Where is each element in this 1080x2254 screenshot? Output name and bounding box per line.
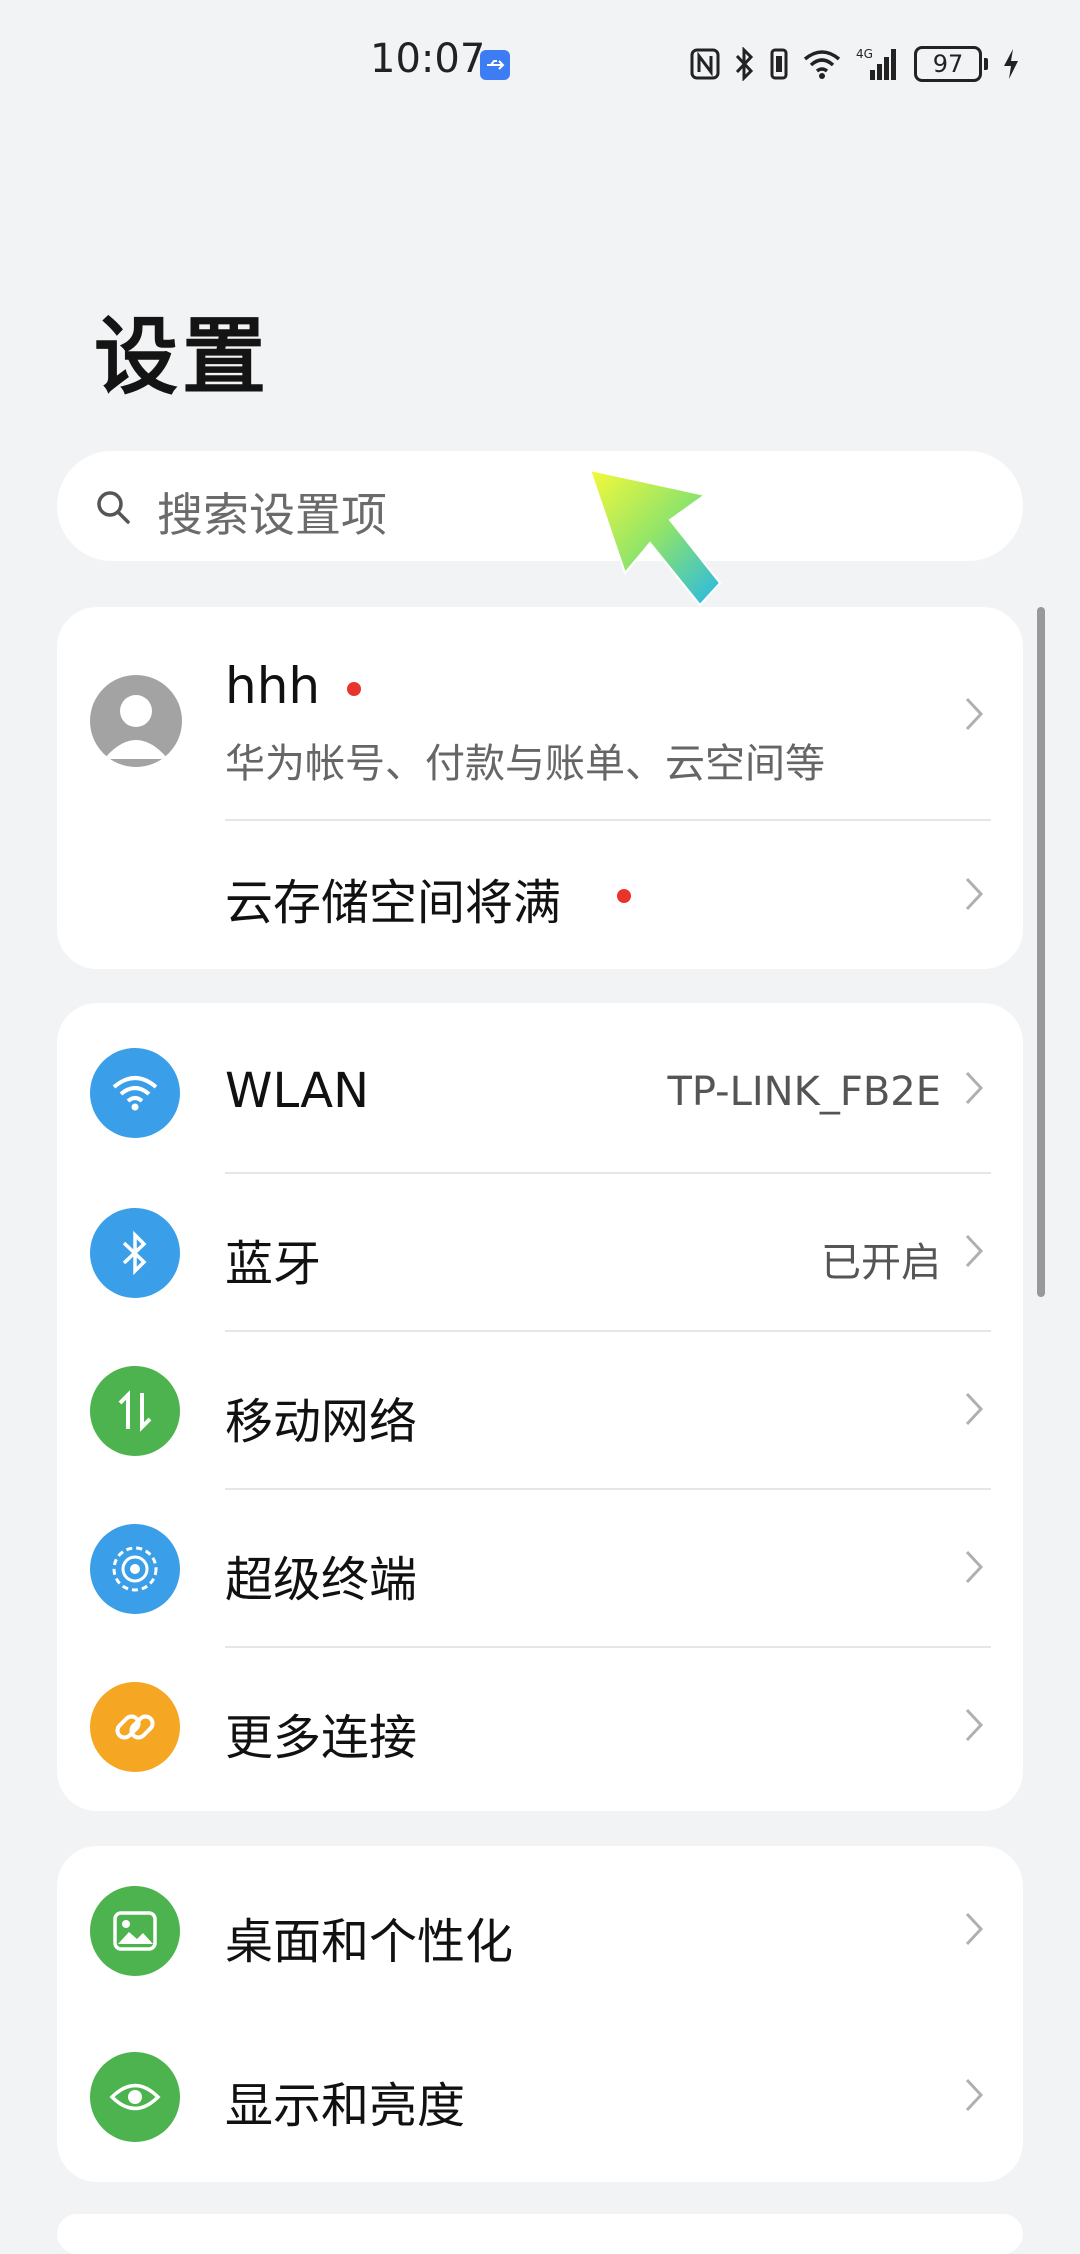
account-subtitle: 华为帐号、付款与账单、云空间等 (225, 741, 825, 787)
mobile-network-label: 移动网络 (225, 1394, 418, 1450)
account-card: hhh 华为帐号、付款与账单、云空间等 云存储空间将满 (57, 607, 1023, 969)
display-brightness-label: 显示和亮度 (225, 2078, 466, 2134)
chevron-right-icon (963, 695, 985, 737)
chevron-right-icon (963, 1910, 985, 1952)
super-device-label: 超级终端 (225, 1552, 418, 1608)
account-row[interactable]: hhh 华为帐号、付款与账单、云空间等 (57, 607, 1023, 821)
settings-item-wlan[interactable]: WLAN TP-LINK_FB2E (57, 1003, 1023, 1174)
chevron-right-icon (963, 2076, 985, 2118)
vibrate-icon (770, 48, 788, 80)
settings-item-more-connections[interactable]: 更多连接 (57, 1648, 1023, 1811)
display-card: 桌面和个性化 显示和亮度 (57, 1846, 1023, 2182)
link-icon (90, 1682, 180, 1772)
settings-item-display-brightness[interactable]: 显示和亮度 (57, 2014, 1023, 2182)
home-personalization-label: 桌面和个性化 (225, 1914, 514, 1970)
chevron-right-icon (963, 875, 985, 917)
bluetooth-value: 已开启 (821, 1240, 941, 1286)
storage-notice-label: 云存储空间将满 (225, 875, 562, 931)
battery-indicator: 97 (914, 46, 988, 82)
search-input[interactable]: 搜索设置项 (57, 451, 1023, 561)
chevron-right-icon (963, 1706, 985, 1748)
chevron-right-icon (963, 1069, 985, 1111)
chevron-right-icon (963, 1548, 985, 1590)
settings-item-mobile-network[interactable]: 移动网络 (57, 1332, 1023, 1490)
eye-icon (90, 2052, 180, 2142)
search-icon (95, 489, 133, 531)
bluetooth-icon (734, 47, 756, 81)
charging-icon (1002, 48, 1020, 80)
mobile-data-icon (90, 1366, 180, 1456)
status-bar: 10:07 4G 97 (0, 0, 1080, 120)
cursor-arrow-icon (585, 465, 725, 619)
search-placeholder: 搜索设置项 (157, 488, 387, 542)
account-notification-dot (347, 682, 361, 696)
chevron-right-icon (963, 1232, 985, 1274)
avatar (90, 675, 182, 767)
storage-notice-row[interactable]: 云存储空间将满 (57, 821, 1023, 969)
wifi-icon (90, 1048, 180, 1138)
wallpaper-icon (90, 1886, 180, 1976)
bluetooth-label: 蓝牙 (225, 1236, 322, 1292)
bluetooth-icon (90, 1208, 180, 1298)
wlan-label: WLAN (225, 1063, 370, 1119)
settings-item-super-device[interactable]: 超级终端 (57, 1490, 1023, 1648)
battery-level: 97 (914, 46, 982, 82)
scrollbar[interactable] (1037, 607, 1045, 1297)
page-title: 设置 (94, 308, 271, 406)
super-device-icon (90, 1524, 180, 1614)
status-time: 10:07 (370, 36, 486, 82)
storage-notification-dot (617, 889, 631, 903)
wlan-value: TP-LINK_FB2E (667, 1069, 941, 1115)
nfc-icon (690, 48, 720, 80)
settings-item-home-personalization[interactable]: 桌面和个性化 (57, 1846, 1023, 2014)
next-settings-card (57, 2214, 1023, 2254)
network-type-label: 4G (856, 47, 873, 61)
signal-icon: 4G (856, 46, 900, 82)
more-connections-label: 更多连接 (225, 1710, 418, 1766)
status-icons: 4G 97 (690, 42, 1020, 86)
connectivity-card: WLAN TP-LINK_FB2E 蓝牙 已开启 移动网络 超级终端 更多连接 (57, 1003, 1023, 1811)
settings-item-bluetooth[interactable]: 蓝牙 已开启 (57, 1174, 1023, 1332)
usb-icon (480, 50, 510, 80)
account-name: hhh (225, 657, 321, 715)
wifi-icon (802, 48, 842, 80)
chevron-right-icon (963, 1390, 985, 1432)
